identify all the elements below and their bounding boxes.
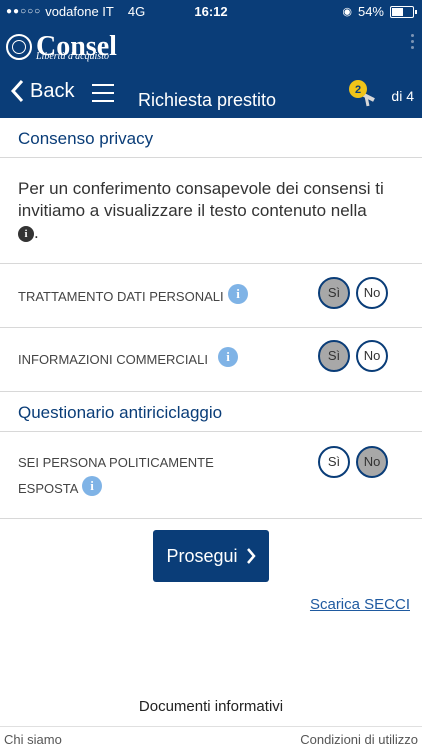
yes-toggle[interactable]: Sì bbox=[318, 277, 350, 309]
no-toggle[interactable]: No bbox=[356, 340, 388, 372]
aml-row-pep: SEI PERSONA POLITICAMENTE ESPOSTA i Sì N… bbox=[0, 432, 422, 519]
privacy-header-label: Consenso privacy bbox=[18, 129, 154, 148]
aml-label-line2: ESPOSTA bbox=[18, 481, 79, 496]
consent-row-commercial: INFORMAZIONI COMMERCIALI i Sì No bbox=[0, 328, 422, 392]
step-number: 2 bbox=[355, 84, 361, 96]
download-secci-link[interactable]: Scarica SECCI bbox=[310, 596, 410, 613]
aml-section-header: Questionario antiriciclaggio bbox=[0, 392, 422, 432]
seal-icon bbox=[6, 34, 32, 60]
info-icon[interactable]: i bbox=[228, 284, 248, 304]
consent-label: INFORMAZIONI COMMERCIALI bbox=[18, 352, 208, 367]
back-label: Back bbox=[30, 79, 75, 102]
aml-label-line1: SEI PERSONA POLITICAMENTE bbox=[18, 455, 214, 470]
back-chevron-icon bbox=[10, 79, 24, 103]
privacy-intro-text: Per un conferimento consapevole dei cons… bbox=[18, 179, 384, 220]
menu-icon[interactable] bbox=[92, 84, 114, 102]
privacy-intro: Per un conferimento consapevole dei cons… bbox=[18, 178, 410, 244]
about-link[interactable]: Chi siamo bbox=[4, 732, 62, 747]
brand-tagline: Libertà d'acquisto bbox=[36, 51, 109, 62]
yes-toggle[interactable]: Sì bbox=[318, 446, 350, 478]
info-icon[interactable]: i bbox=[218, 347, 238, 367]
continue-label: Prosegui bbox=[166, 545, 238, 566]
privacy-section-header: Consenso privacy bbox=[0, 118, 422, 158]
app-header: ●●○○○ vodafone IT 4G 16:12 ◉ 54% Consel … bbox=[0, 0, 422, 118]
terms-link[interactable]: Condizioni di utilizzo bbox=[300, 732, 418, 747]
back-button[interactable]: Back bbox=[10, 79, 74, 103]
page-title: Richiesta prestito bbox=[138, 90, 277, 110]
privacy-intro-end: . bbox=[34, 223, 39, 242]
info-icon[interactable]: i bbox=[82, 476, 102, 496]
info-icon[interactable]: i bbox=[18, 225, 34, 242]
continue-button[interactable]: Prosegui bbox=[153, 530, 269, 582]
yes-toggle[interactable]: Sì bbox=[318, 340, 350, 372]
step-total: di 4 bbox=[391, 88, 414, 104]
battery-percent: 54% bbox=[357, 4, 384, 19]
status-bar: ●●○○○ vodafone IT 4G 16:12 ◉ 54% bbox=[0, 0, 422, 24]
alarm-icon: ◉ bbox=[342, 6, 352, 18]
more-icon[interactable] bbox=[411, 34, 414, 49]
consent-label: TRATTAMENTO DATI PERSONALI bbox=[18, 289, 224, 304]
battery-icon bbox=[390, 5, 417, 18]
chevron-right-icon bbox=[246, 548, 256, 564]
navigation-bar: Back Richiesta prestito 2 di 4 bbox=[0, 72, 422, 118]
no-toggle[interactable]: No bbox=[356, 446, 388, 478]
documents-title: Documenti informativi bbox=[138, 698, 284, 715]
step-badge-icon: 2 bbox=[349, 80, 375, 107]
consent-row-personal-data: TRATTAMENTO DATI PERSONALI i Sì No bbox=[0, 263, 422, 328]
no-toggle[interactable]: No bbox=[356, 277, 388, 309]
aml-header-label: Questionario antiriciclaggio bbox=[18, 403, 223, 422]
footer-bar: Chi siamo Condizioni di utilizzo bbox=[0, 726, 422, 751]
